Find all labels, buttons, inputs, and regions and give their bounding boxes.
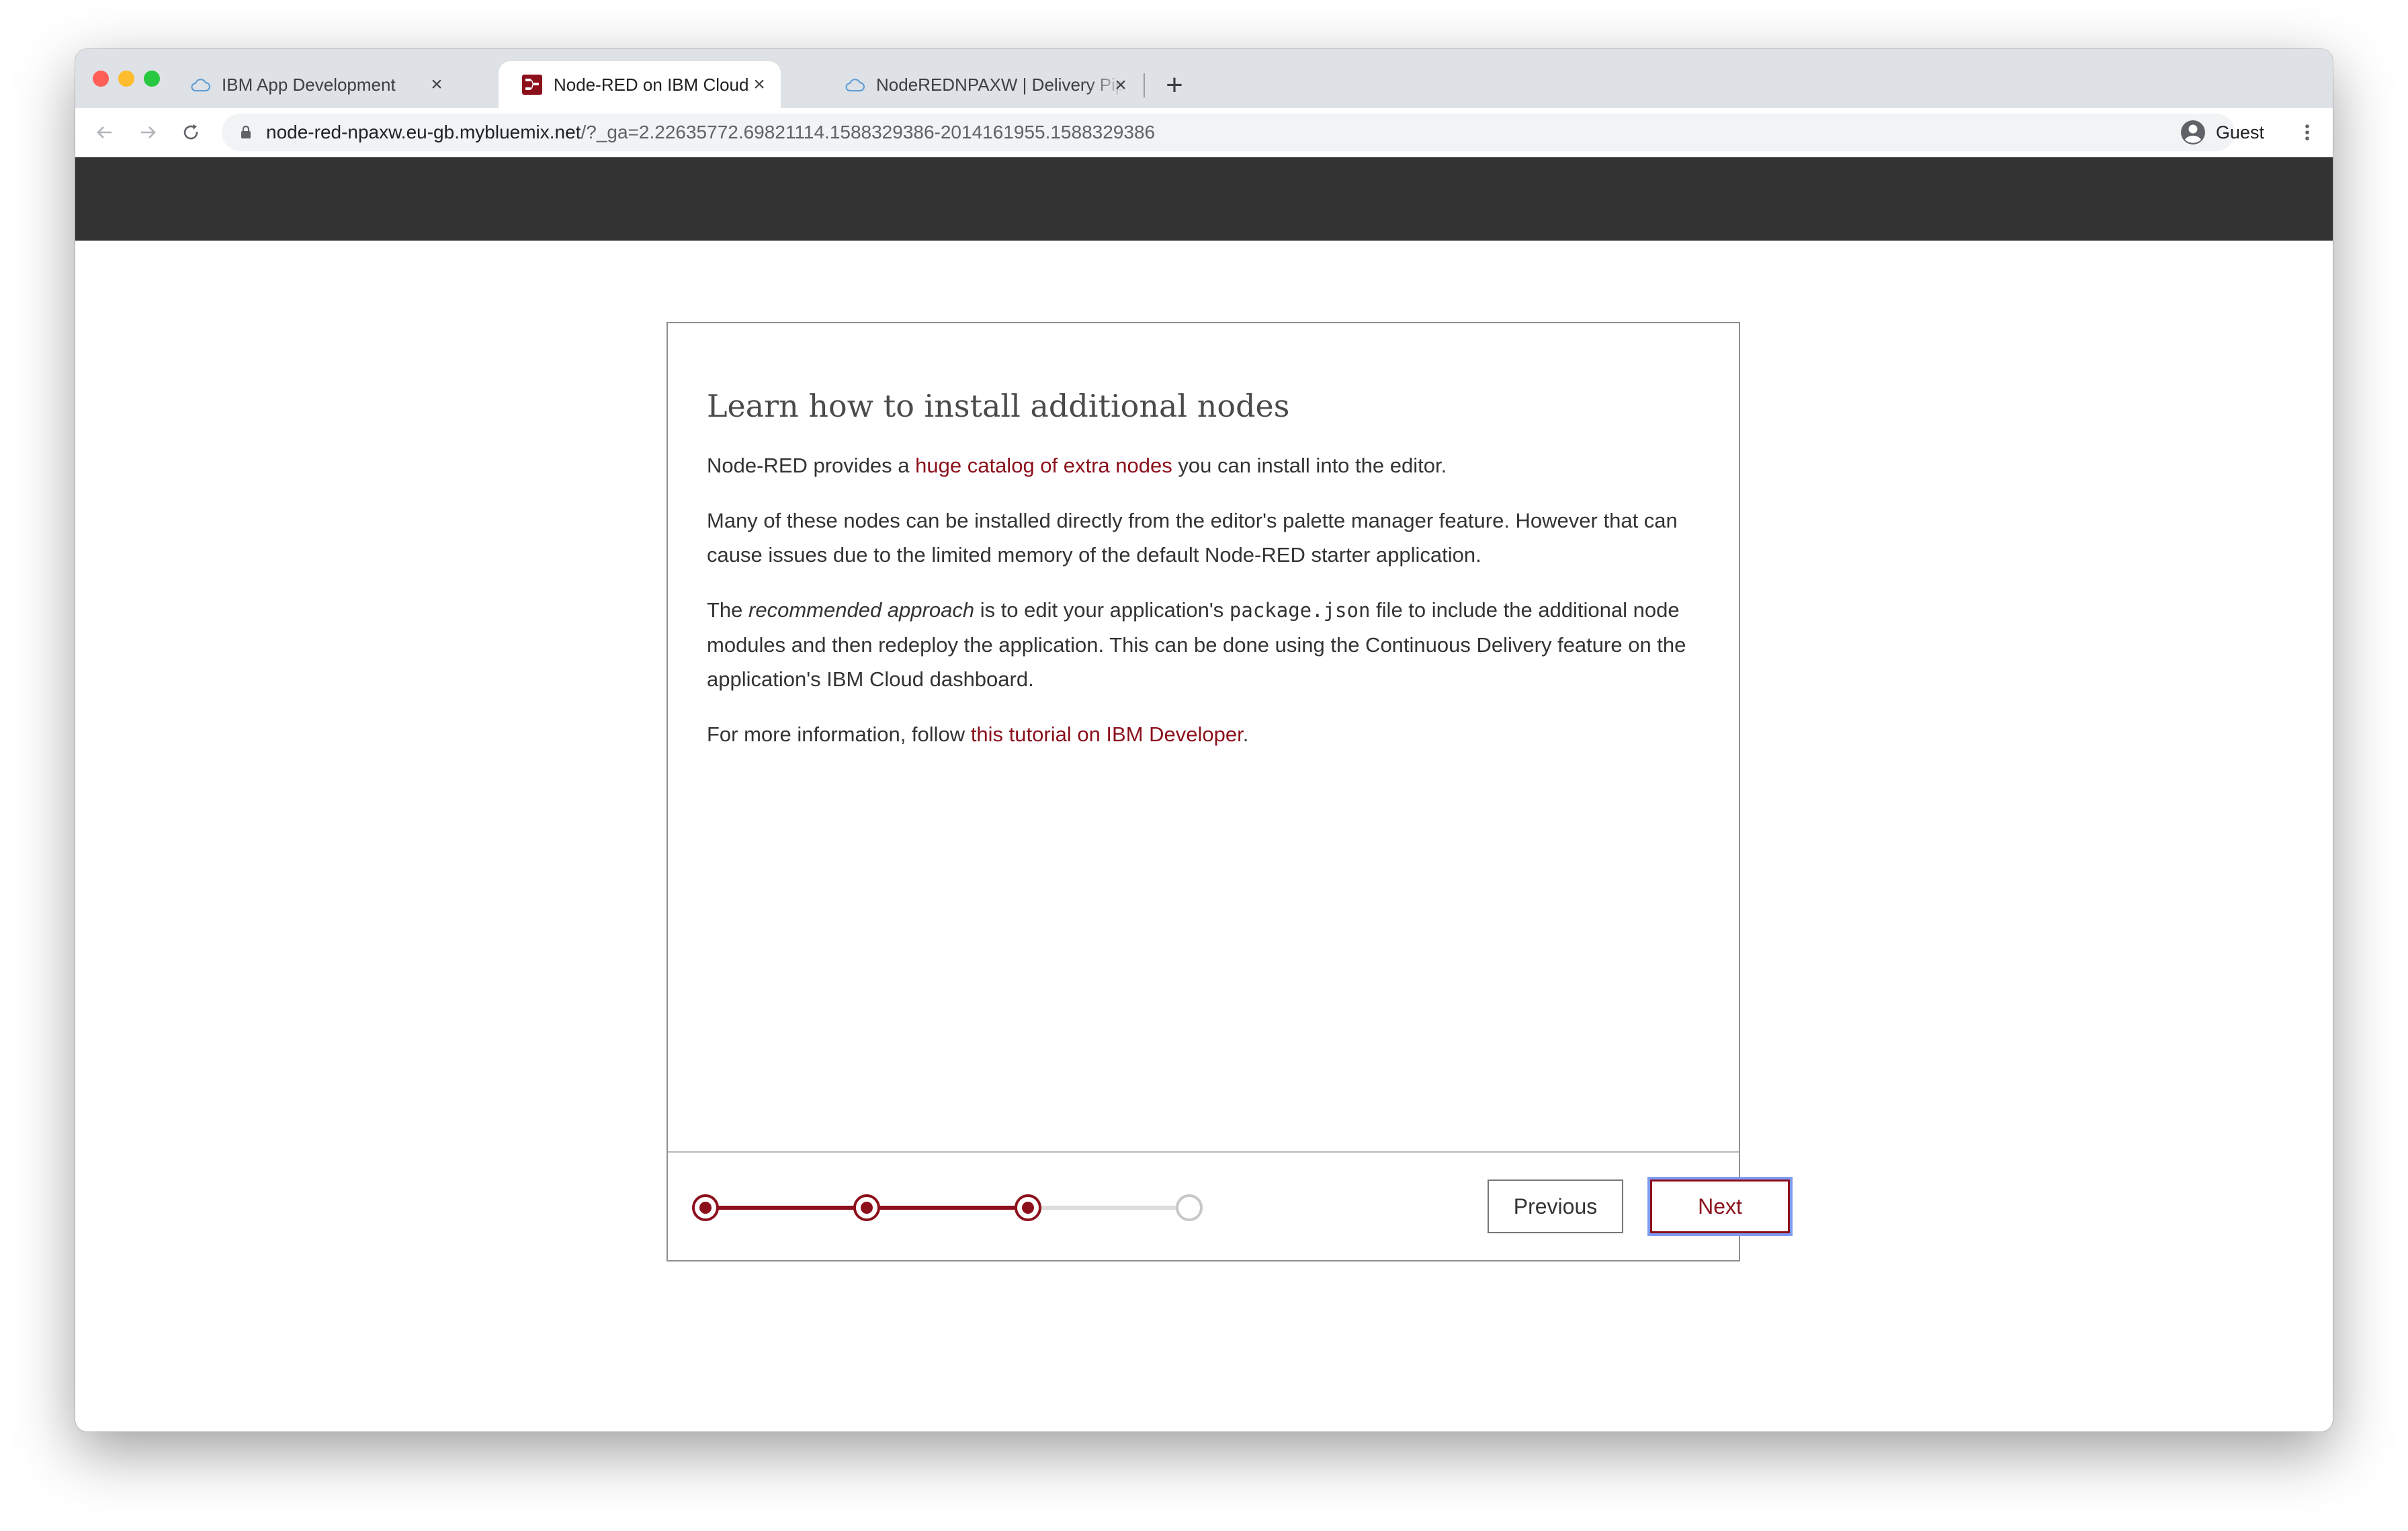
stepper-connector: [1028, 1206, 1189, 1210]
minimize-window-button[interactable]: [118, 71, 134, 87]
paragraph-palette-manager: Many of these nodes can be installed dir…: [707, 509, 1678, 567]
text: you can install into the editor.: [1172, 454, 1447, 477]
close-icon[interactable]: ×: [1110, 73, 1131, 97]
close-icon[interactable]: ×: [748, 73, 770, 95]
progress-stepper: [692, 1193, 1203, 1223]
paragraph-catalog: Node-RED provides a huge catalog of extr…: [707, 448, 1708, 483]
address-bar[interactable]: node-red-npaxw.eu-gb.mybluemix.net/?_ga=…: [222, 114, 2235, 151]
reload-icon[interactable]: [177, 119, 204, 146]
browser-toolbar: node-red-npaxw.eu-gb.mybluemix.net/?_ga=…: [75, 108, 2333, 158]
text: is to edit your application's: [974, 598, 1230, 622]
tutorial-link[interactable]: this tutorial on IBM Developer: [971, 722, 1243, 746]
dialog-footer: Previous Next: [668, 1151, 1790, 1261]
tab-node-red-on-ibm-cloud[interactable]: Node-RED on IBM Cloud ×: [499, 61, 781, 108]
stepper-step: [1015, 1194, 1041, 1221]
next-button[interactable]: Next: [1650, 1180, 1790, 1233]
tab-strip: IBM App Development × Node-RED on IBM Cl…: [75, 49, 2333, 108]
text: Node-RED provides a: [707, 454, 916, 477]
dialog-title: Learn how to install additional nodes: [707, 388, 1290, 424]
text: .: [1242, 722, 1249, 746]
new-tab-button[interactable]: +: [1161, 69, 1188, 101]
paragraph-recommended-approach: The recommended approach is to edit your…: [707, 593, 1708, 696]
stepper-connector: [705, 1206, 867, 1210]
tab-title: NodeREDNPAXW | Delivery Pip: [876, 74, 1125, 95]
header-bar: [75, 157, 2333, 241]
tour-dialog: Learn how to install additional nodes No…: [666, 322, 1790, 1261]
more-vert-icon[interactable]: [2294, 119, 2321, 146]
zoom-window-button[interactable]: [144, 71, 160, 87]
lock-icon[interactable]: [238, 124, 254, 140]
page-content: Learn how to install additional nodes No…: [75, 157, 2333, 1432]
stepper-step: [692, 1194, 719, 1221]
code-text: package.json: [1229, 599, 1371, 622]
close-window-button[interactable]: [93, 71, 109, 87]
stepper-connector: [867, 1206, 1028, 1210]
tab-title: Node-RED on IBM Cloud: [554, 74, 748, 95]
node-red-icon: [521, 74, 543, 95]
tab-title: IBM App Development: [222, 74, 396, 95]
close-icon[interactable]: ×: [426, 73, 447, 95]
browser-window: IBM App Development × Node-RED on IBM Cl…: [75, 49, 2333, 1432]
profile-button[interactable]: Guest: [2177, 116, 2278, 149]
stepper-step: [853, 1194, 880, 1221]
tab-delivery-pipeline[interactable]: NodeREDNPAXW | Delivery Pip: [821, 61, 1213, 108]
tab-ibm-app-development[interactable]: IBM App Development ×: [167, 61, 458, 108]
url-path: /?_ga=2.22635772.69821114.1588329386-201…: [580, 122, 1156, 142]
dialog-body: Learn how to install additional nodes No…: [707, 388, 1708, 772]
paragraph-more-info: For more information, follow this tutori…: [707, 717, 1708, 751]
url-host: node-red-npaxw.eu-gb.mybluemix.net: [266, 122, 581, 142]
text: For more information, follow: [707, 722, 971, 746]
account-icon: [2180, 119, 2206, 146]
stepper-step: [1176, 1194, 1203, 1221]
url-text: node-red-npaxw.eu-gb.mybluemix.net/?_ga=…: [266, 122, 1155, 143]
forward-arrow-icon[interactable]: [134, 119, 161, 146]
emphasis-text: recommended approach: [748, 598, 975, 622]
profile-name: Guest: [2216, 122, 2265, 142]
cloud-icon: [844, 74, 865, 95]
text: The: [707, 598, 749, 622]
tab-separator: [1144, 73, 1145, 97]
catalog-link[interactable]: huge catalog of extra nodes: [915, 454, 1172, 477]
cloud-icon: [189, 74, 211, 95]
back-arrow-icon[interactable]: [91, 119, 118, 146]
previous-button[interactable]: Previous: [1488, 1180, 1623, 1233]
